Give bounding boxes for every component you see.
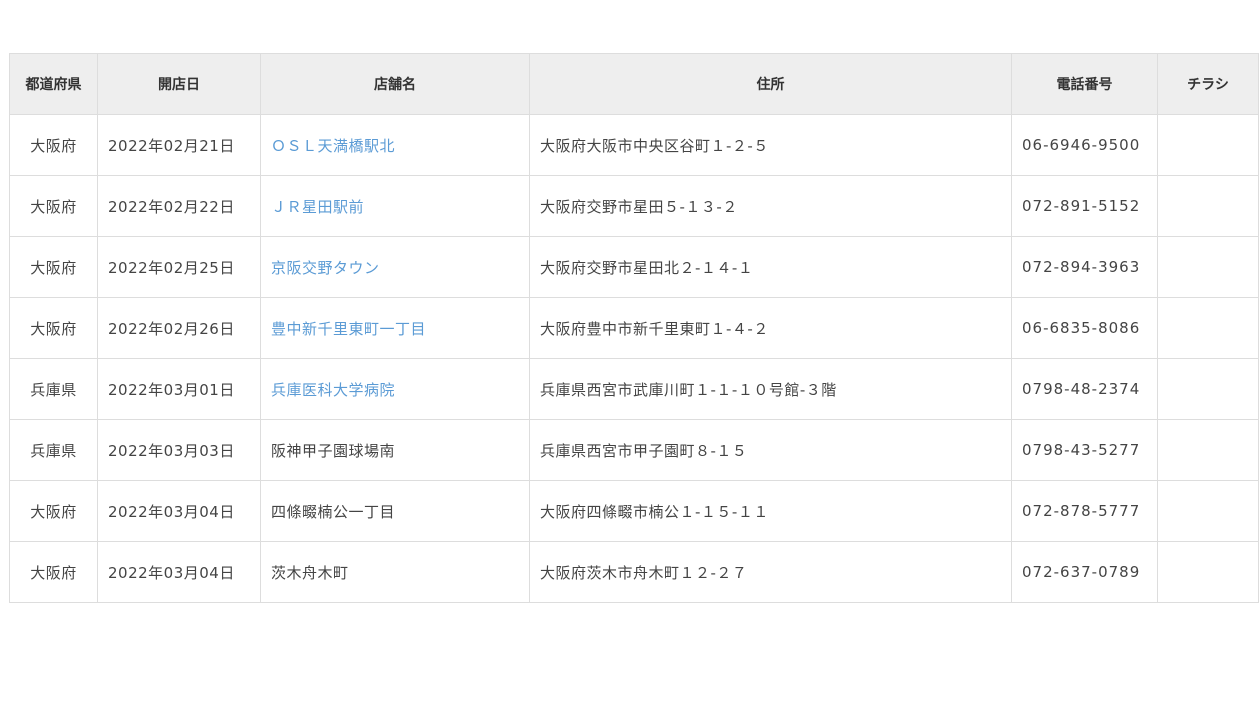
cell-address: 大阪府豊中市新千里東町１-４-２ [529,297,1012,359]
cell-flyer [1157,114,1259,176]
table-row: 大阪府 2022年02月25日 京阪交野タウン 大阪府交野市星田北２-１４-１ 072-… [9,236,1259,298]
table-header-row: 都道府県 開店日 店舗名 住所 電話番号 チラシ [9,53,1259,115]
cell-prefecture: 大阪府 [9,114,98,176]
cell-open-date: 2022年03月03日 [97,419,261,481]
cell-address: 大阪府茨木市舟木町１２-２７ [529,541,1012,603]
cell-flyer [1157,175,1259,237]
header-phone: 電話番号 [1011,53,1158,115]
cell-open-date: 2022年03月01日 [97,358,261,420]
cell-prefecture: 大阪府 [9,297,98,359]
header-flyer: チラシ [1157,53,1259,115]
store-name-link[interactable]: 豊中新千里東町一丁目 [271,320,426,338]
cell-store-name: 茨木舟木町 [260,541,530,603]
cell-open-date: 2022年02月22日 [97,175,261,237]
cell-address: 大阪府交野市星田５-１３-２ [529,175,1012,237]
cell-prefecture: 兵庫県 [9,419,98,481]
cell-flyer [1157,480,1259,542]
cell-address: 大阪府四條畷市楠公１-１５-１１ [529,480,1012,542]
store-name-text: 阪神甲子園球場南 [271,441,396,460]
store-name-link[interactable]: 京阪交野タウン [271,259,380,277]
store-name-text: 茨木舟木町 [271,563,349,582]
cell-prefecture: 兵庫県 [9,358,98,420]
cell-phone: 0798-43-5277 [1011,419,1158,481]
table-row: 兵庫県 2022年03月01日 兵庫医科大学病院 兵庫県西宮市武庫川町１-１-１０号館… [9,358,1259,420]
cell-flyer [1157,358,1259,420]
cell-prefecture: 大阪府 [9,175,98,237]
cell-phone: 072-891-5152 [1011,175,1158,237]
cell-phone: 06-6946-9500 [1011,114,1158,176]
cell-address: 大阪府交野市星田北２-１４-１ [529,236,1012,298]
cell-flyer [1157,297,1259,359]
header-address: 住所 [529,53,1012,115]
cell-phone: 072-878-5777 [1011,480,1158,542]
cell-prefecture: 大阪府 [9,480,98,542]
cell-store-name: 兵庫医科大学病院 [260,358,530,420]
cell-store-name: 豊中新千里東町一丁目 [260,297,530,359]
header-store-name: 店舗名 [260,53,530,115]
cell-address: 兵庫県西宮市甲子園町８-１５ [529,419,1012,481]
cell-store-name: 京阪交野タウン [260,236,530,298]
table-row: 大阪府 2022年02月26日 豊中新千里東町一丁目 大阪府豊中市新千里東町１-４-２… [9,297,1259,359]
table-row: 兵庫県 2022年03月03日 阪神甲子園球場南 兵庫県西宮市甲子園町８-１５ 0798… [9,419,1259,481]
cell-store-name: ＯＳＬ天満橋駅北 [260,114,530,176]
store-table: 都道府県 開店日 店舗名 住所 電話番号 チラシ 大阪府 2022年02月21日 Ｏ… [9,53,1259,603]
cell-open-date: 2022年03月04日 [97,480,261,542]
cell-phone: 0798-48-2374 [1011,358,1158,420]
store-list-container: 都道府県 開店日 店舗名 住所 電話番号 チラシ 大阪府 2022年02月21日 Ｏ… [9,53,1259,603]
store-name-link[interactable]: ＯＳＬ天満橋駅北 [271,137,395,155]
cell-open-date: 2022年03月04日 [97,541,261,603]
cell-store-name: 阪神甲子園球場南 [260,419,530,481]
cell-open-date: 2022年02月21日 [97,114,261,176]
cell-open-date: 2022年02月25日 [97,236,261,298]
store-name-text: 四條畷楠公一丁目 [271,502,396,521]
cell-phone: 072-637-0789 [1011,541,1158,603]
table-row: 大阪府 2022年02月21日 ＯＳＬ天満橋駅北 大阪府大阪市中央区谷町１-２-５ 06… [9,114,1259,176]
cell-address: 兵庫県西宮市武庫川町１-１-１０号館-３階 [529,358,1012,420]
cell-store-name: 四條畷楠公一丁目 [260,480,530,542]
cell-flyer [1157,419,1259,481]
cell-flyer [1157,236,1259,298]
cell-flyer [1157,541,1259,603]
cell-open-date: 2022年02月26日 [97,297,261,359]
cell-store-name: ＪＲ星田駅前 [260,175,530,237]
table-row: 大阪府 2022年03月04日 茨木舟木町 大阪府茨木市舟木町１２-２７ 072-637… [9,541,1259,603]
cell-prefecture: 大阪府 [9,541,98,603]
cell-prefecture: 大阪府 [9,236,98,298]
header-open-date: 開店日 [97,53,261,115]
store-name-link[interactable]: 兵庫医科大学病院 [271,381,395,399]
store-name-link[interactable]: ＪＲ星田駅前 [271,198,364,216]
cell-address: 大阪府大阪市中央区谷町１-２-５ [529,114,1012,176]
cell-phone: 072-894-3963 [1011,236,1158,298]
cell-phone: 06-6835-8086 [1011,297,1158,359]
header-prefecture: 都道府県 [9,53,98,115]
table-row: 大阪府 2022年02月22日 ＪＲ星田駅前 大阪府交野市星田５-１３-２ 072-89… [9,175,1259,237]
table-row: 大阪府 2022年03月04日 四條畷楠公一丁目 大阪府四條畷市楠公１-１５-１１ 07… [9,480,1259,542]
